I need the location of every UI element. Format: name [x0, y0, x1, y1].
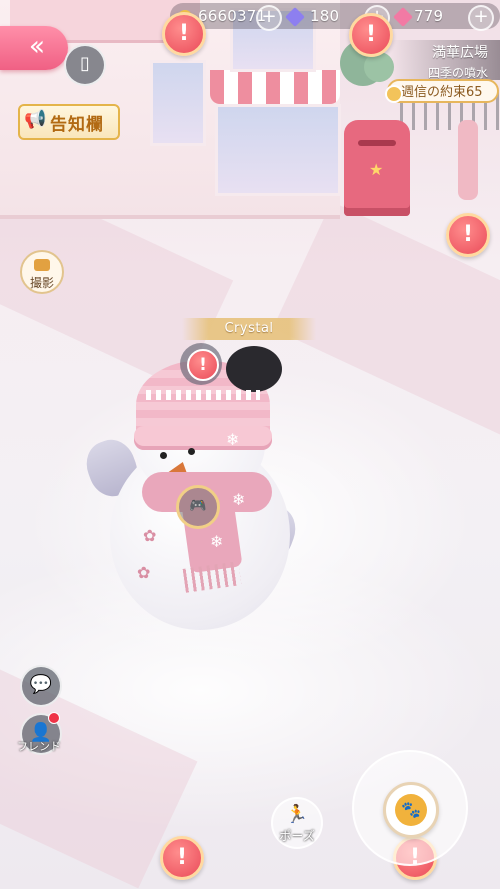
- alert-marker[interactable]: !: [160, 836, 204, 880]
- pose-figure-icon: 🏃: [285, 804, 309, 825]
- snowflake-icon: ❄: [232, 490, 246, 509]
- megaphone-icon: 📢: [24, 109, 47, 130]
- diamond-icon: [285, 7, 305, 27]
- pink-gem-icon: [393, 7, 413, 27]
- quest-tracker[interactable]: 週信の約束65: [385, 79, 499, 103]
- quest-label: 週信の約束65: [401, 85, 483, 100]
- location-panel: 満華広場 四季の噴水: [390, 40, 500, 80]
- snowflake-icon: ❄: [226, 430, 240, 449]
- add-gold-button[interactable]: +: [256, 5, 282, 31]
- exit-door-button[interactable]: ▯: [64, 44, 106, 86]
- shop-window: [150, 60, 206, 146]
- hat-band: [134, 426, 272, 450]
- alert-marker[interactable]: !: [446, 213, 490, 257]
- street-lamp: [458, 120, 478, 200]
- shop-awning: [210, 70, 340, 104]
- notification-dot: [48, 712, 60, 724]
- quest-icon: [385, 85, 403, 103]
- alert-icon: !: [187, 349, 219, 381]
- alert-marker[interactable]: !: [349, 13, 393, 57]
- flower-icon: ✿: [143, 526, 157, 545]
- snowman-eye: [188, 448, 195, 455]
- snowflake-icon: ❄: [210, 532, 224, 551]
- resource-bar: 6660371 + 180 + 779 +: [170, 3, 500, 31]
- hat-pattern: [146, 390, 260, 400]
- gamepad-icon: 🎮: [189, 498, 207, 514]
- paw-icon: 🐾: [395, 794, 427, 826]
- alert-marker[interactable]: !: [162, 12, 206, 56]
- location-area: 満華広場: [432, 45, 488, 61]
- star-icon: ★: [369, 160, 384, 179]
- chat-button[interactable]: 💬: [20, 665, 62, 707]
- joystick-knob[interactable]: 🐾: [383, 782, 439, 838]
- door-icon: ▯: [80, 53, 90, 74]
- chat-bubble-icon: 💬: [29, 674, 53, 695]
- shop-window: [215, 104, 341, 196]
- notice-board-button[interactable]: 📢 告知欄: [18, 104, 120, 140]
- outfit-alert-button[interactable]: !: [180, 343, 222, 385]
- diamond-count: 180: [310, 7, 340, 25]
- add-pink-gem-button[interactable]: +: [468, 5, 494, 31]
- player-nameplate: Crystal: [182, 318, 316, 340]
- mailbox-slot: [358, 140, 396, 146]
- photo-label: 撮影: [29, 276, 54, 290]
- flower-icon: ✿: [137, 563, 151, 582]
- black-earmuff: [226, 346, 282, 392]
- pose-button[interactable]: 🏃 ポーズ: [271, 797, 323, 849]
- camera-icon: [34, 259, 50, 271]
- notice-board-label: 告知欄: [50, 115, 104, 135]
- pose-label: ポーズ: [279, 829, 315, 843]
- friends-label: フレンド: [17, 740, 61, 753]
- back-button[interactable]: ‹‹: [0, 26, 68, 70]
- snowman-eye: [160, 452, 167, 459]
- red-mailbox[interactable]: ★: [344, 120, 410, 216]
- interact-gamepad-button[interactable]: 🎮: [176, 485, 220, 529]
- photo-button[interactable]: 撮影: [20, 250, 64, 294]
- pink-gem-count: 779: [414, 7, 444, 25]
